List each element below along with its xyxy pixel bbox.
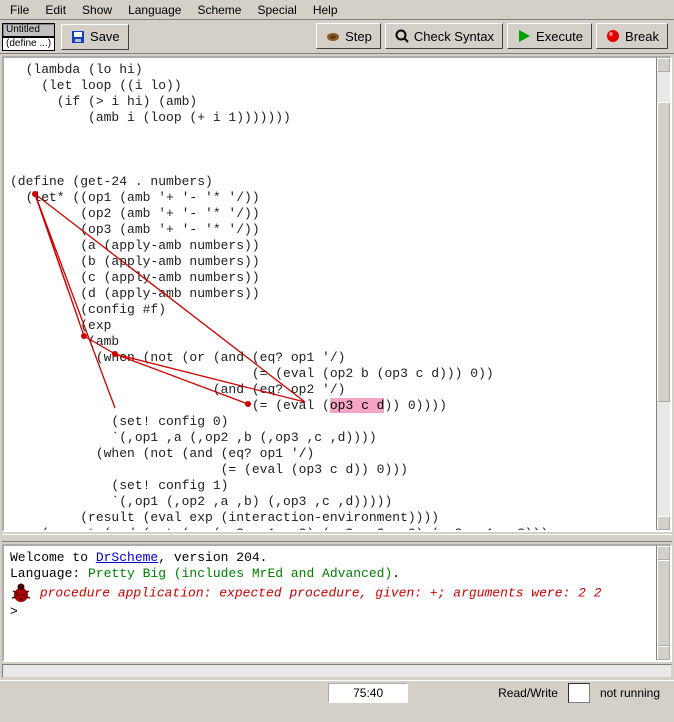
code-text[interactable]: (lambda (lo hi) (let loop ((i lo)) (if (… [4,58,656,530]
menu-file[interactable]: File [2,1,37,19]
definitions-scrollbar[interactable] [656,58,670,530]
language-value: Pretty Big (includes MrEd and Advanced) [88,566,392,581]
menu-edit[interactable]: Edit [37,1,74,19]
step-label: Step [345,29,372,44]
status-bar: 75:40 Read/Write not running [0,680,674,704]
menu-special[interactable]: Special [249,1,304,19]
pane-splitter[interactable] [2,534,672,542]
save-label: Save [90,29,120,44]
definitions-pane: (lambda (lo hi) (let loop ((i lo)) (if (… [2,56,672,532]
file-tabs: Untitled (define ...) [2,23,55,51]
horizontal-scrollbar[interactable] [2,664,672,678]
menu-help[interactable]: Help [305,1,346,19]
gc-indicator [568,683,590,703]
scroll-thumb[interactable] [657,560,670,646]
cursor-position: 75:40 [328,683,408,703]
repl-text[interactable]: Welcome to DrScheme, version 204. Langua… [4,546,656,660]
bug-icon [10,582,32,604]
scroll-up-icon[interactable] [657,546,670,560]
break-icon [605,28,621,44]
tab-untitled[interactable]: Untitled [2,23,55,37]
menu-bar: File Edit Show Language Scheme Special H… [0,0,674,20]
welcome-suffix: , version 204. [158,550,267,565]
drscheme-link[interactable]: DrScheme [96,550,158,565]
readwrite-label: Read/Write [488,686,568,700]
repl-prompt: > [10,604,18,619]
toolbar: Untitled (define ...) Save Step Check Sy… [0,20,674,54]
menu-scheme[interactable]: Scheme [189,1,249,19]
execute-button[interactable]: Execute [507,23,592,49]
scroll-thumb[interactable] [657,102,670,402]
language-label: Language: [10,566,88,581]
run-status: not running [590,686,670,700]
code-after: )) 0)))) (set! config 0) `(,op1 ,a (,op2… [10,398,548,532]
code-highlight: op3 c d [330,398,385,413]
code-before: (lambda (lo hi) (let loop ((i lo)) (if (… [10,62,494,413]
check-label: Check Syntax [414,29,494,44]
menu-language[interactable]: Language [120,1,189,19]
language-period: . [392,566,400,581]
save-icon [70,29,86,45]
scroll-down-icon[interactable] [657,646,670,660]
scroll-track[interactable] [657,72,670,516]
step-icon [325,28,341,44]
menu-show[interactable]: Show [74,1,120,19]
error-message: procedure application: expected procedur… [40,585,602,600]
check-icon [394,28,410,44]
step-button[interactable]: Step [316,23,381,49]
execute-label: Execute [536,29,583,44]
execute-icon [516,28,532,44]
interactions-scrollbar[interactable] [656,546,670,660]
scroll-down-icon[interactable] [657,516,670,530]
welcome-prefix: Welcome to [10,550,96,565]
check-syntax-button[interactable]: Check Syntax [385,23,503,49]
interactions-pane: Welcome to DrScheme, version 204. Langua… [2,544,672,662]
save-button[interactable]: Save [61,24,129,50]
scroll-up-icon[interactable] [657,58,670,72]
scroll-track[interactable] [657,560,670,646]
tab-define[interactable]: (define ...) [2,37,55,51]
break-label: Break [625,29,659,44]
break-button[interactable]: Break [596,23,668,49]
